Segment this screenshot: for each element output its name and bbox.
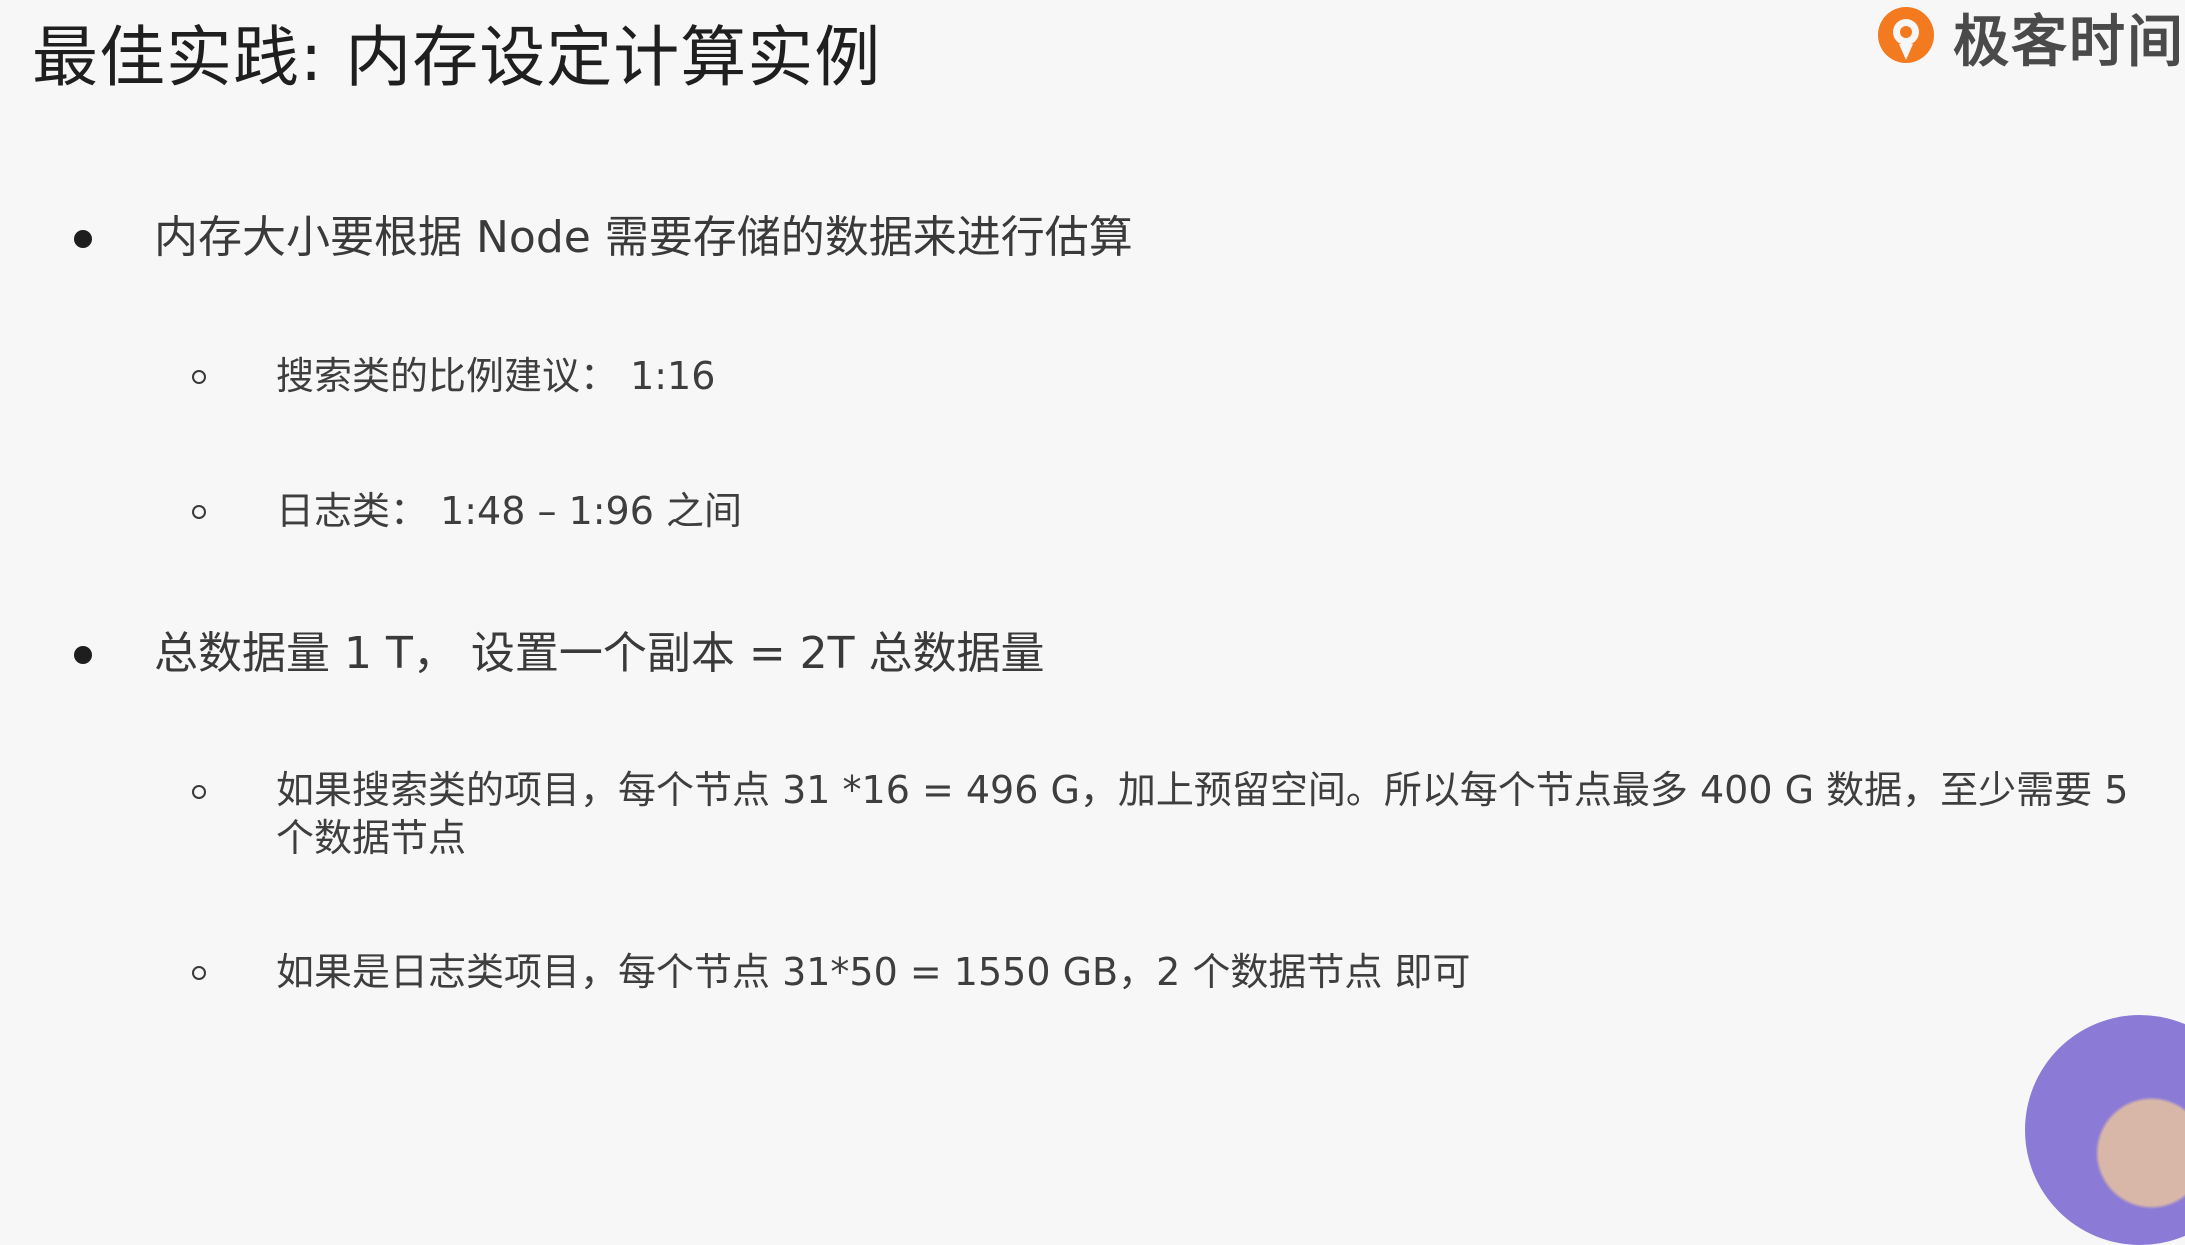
slide-title: 最佳实践: 内存设定计算实例 bbox=[32, 19, 882, 96]
bullet-circle-icon bbox=[192, 370, 206, 384]
bullet-item: 内存大小要根据 Node 需要存储的数据来进行估算 bbox=[154, 212, 1133, 263]
bullet-circle-icon bbox=[192, 966, 206, 980]
bullet-dot-icon bbox=[74, 646, 92, 664]
bullet-circle-icon bbox=[192, 785, 206, 799]
sub-bullet-item: 搜索类的比例建议： 1:16 bbox=[276, 354, 716, 398]
bullet-circle-icon bbox=[192, 505, 206, 519]
presenter-avatar bbox=[2025, 1015, 2185, 1245]
geektime-logo-icon bbox=[1878, 7, 1934, 63]
sub-bullet-item: 如果搜索类的项目，每个节点 31 *16 = 496 G，加上预留空间。所以每个… bbox=[276, 768, 2129, 860]
bullet-item: 总数据量 1 T， 设置一个副本 = 2T 总数据量 bbox=[154, 628, 1045, 679]
bullet-dot-icon bbox=[74, 230, 92, 248]
brand-logo: 极客时间 bbox=[1871, 2, 2185, 75]
sub-bullet-item: 如果是日志类项目，每个节点 31*50 = 1550 GB，2 个数据节点 即可 bbox=[276, 950, 1471, 994]
brand-name: 极客时间 bbox=[1953, 9, 2185, 75]
sub-bullet-item: 日志类： 1:48 – 1:96 之间 bbox=[276, 489, 742, 533]
